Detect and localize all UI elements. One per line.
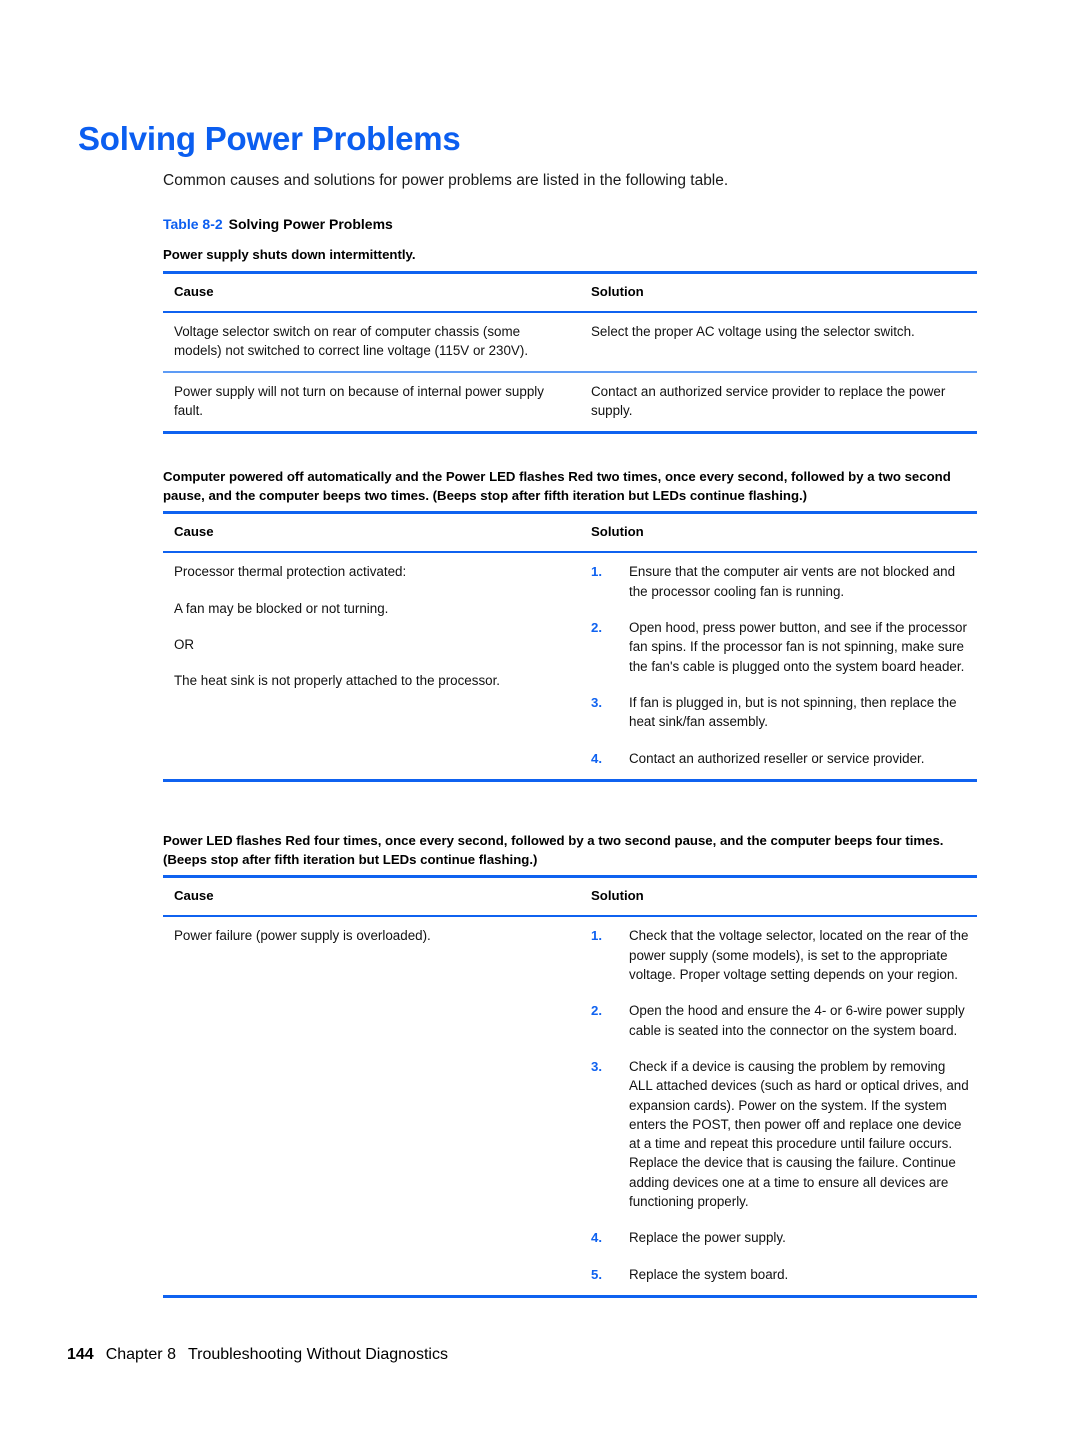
step-text: Ensure that the computer air vents are n…	[629, 564, 956, 599]
cell-cause: Voltage selector switch on rear of compu…	[163, 313, 580, 372]
table-caption-title: Solving Power Problems	[228, 216, 393, 232]
cell-cause: Processor thermal protection activated: …	[163, 553, 580, 778]
table-bottom-rule	[163, 431, 977, 435]
list-item: 3. Check if a device is causing the prob…	[591, 1057, 969, 1211]
column-header-cause: Cause	[174, 283, 214, 299]
table-section-1: Power supply shuts down intermittently. …	[163, 246, 977, 435]
step-number: 1.	[591, 928, 602, 944]
solution-paragraph: Contact an authorized service provider t…	[591, 383, 946, 419]
table-header-row: Cause Solution	[163, 878, 977, 915]
step-text: If fan is plugged in, but is not spinnin…	[629, 694, 957, 730]
column-header-solution: Solution	[591, 888, 644, 904]
cell-cause: Power failure (power supply is overloade…	[163, 917, 580, 1294]
cause-paragraph: The heat sink is not properly attached t…	[174, 673, 501, 689]
cause-paragraph: OR	[174, 637, 195, 653]
table-header-row: Cause Solution	[163, 274, 977, 311]
column-header-cause: Cause	[174, 524, 214, 540]
table-header-row: Cause Solution	[163, 514, 977, 551]
step-number: 4.	[591, 1230, 602, 1246]
section-condition: Computer powered off automatically and t…	[163, 469, 951, 503]
cause-paragraph: Power supply will not turn on because of…	[174, 383, 544, 419]
table-bottom-rule	[163, 1294, 977, 1298]
table-section-2: Computer powered off automatically and t…	[163, 468, 977, 782]
table-caption-label: Table 8-2	[163, 216, 223, 232]
cell-cause: Power supply will not turn on because of…	[163, 373, 580, 432]
step-text: Contact an authorized reseller or servic…	[629, 750, 925, 766]
column-header-solution: Solution	[591, 283, 644, 299]
step-number: 3.	[591, 1058, 602, 1074]
table-bottom-rule	[163, 778, 977, 782]
table-row: Processor thermal protection activated: …	[163, 553, 977, 778]
solution-step-list: 1. Check that the voltage selector, loca…	[591, 926, 969, 1283]
cell-solution: Contact an authorized service provider t…	[580, 373, 977, 432]
cell-solution: Select the proper AC voltage using the s…	[580, 313, 977, 372]
footer-chapter: Chapter 8	[105, 1346, 176, 1363]
step-number: 3.	[591, 694, 602, 710]
list-item: 3. If fan is plugged in, but is not spin…	[591, 693, 969, 732]
list-item: 2. Open hood, press power button, and se…	[591, 618, 969, 676]
table-row: Power failure (power supply is overloade…	[163, 917, 977, 1294]
step-number: 2.	[591, 620, 602, 636]
table-row: Voltage selector switch on rear of compu…	[163, 313, 977, 372]
table-caption: Table 8-2 Solving Power Problems	[163, 216, 393, 232]
table-section-3: Power LED flashes Red four times, once e…	[163, 832, 977, 1298]
intro-paragraph: Common causes and solutions for power pr…	[163, 171, 729, 189]
list-item: 2. Open the hood and ensure the 4- or 6-…	[591, 1001, 969, 1040]
section-condition: Power supply shuts down intermittently.	[163, 247, 416, 262]
step-text: Open the hood and ensure the 4- or 6-wir…	[629, 1003, 965, 1038]
solution-paragraph: Select the proper AC voltage using the s…	[591, 323, 915, 339]
column-header-solution: Solution	[591, 524, 644, 540]
step-number: 1.	[591, 564, 602, 580]
page-title: Solving Power Problems	[78, 120, 461, 158]
list-item: 5. Replace the system board.	[591, 1265, 969, 1284]
step-text: Open hood, press power button, and see i…	[629, 620, 967, 674]
solution-step-list: 1. Ensure that the computer air vents ar…	[591, 562, 969, 767]
list-item: 1. Check that the voltage selector, loca…	[591, 926, 969, 984]
column-header-cause: Cause	[174, 888, 214, 904]
page-footer: 144 Chapter 8 Troubleshooting Without Diag…	[67, 1346, 448, 1364]
step-number: 5.	[591, 1266, 602, 1282]
footer-chapter-title: Troubleshooting Without Diagnostics	[187, 1346, 448, 1363]
cause-paragraph: Power failure (power supply is overloade…	[174, 928, 431, 944]
list-item: 1. Ensure that the computer air vents ar…	[591, 562, 969, 601]
step-text: Replace the power supply.	[629, 1230, 786, 1246]
step-number: 2.	[591, 1003, 602, 1019]
cell-solution: 1. Ensure that the computer air vents ar…	[580, 553, 977, 778]
section-condition: Power LED flashes Red four times, once e…	[163, 833, 944, 867]
table-row: Power supply will not turn on because of…	[163, 373, 977, 432]
list-item: 4. Contact an authorized reseller or ser…	[591, 749, 969, 768]
step-text: Check that the voltage selector, located…	[629, 928, 969, 983]
step-text: Check if a device is causing the problem…	[629, 1058, 969, 1210]
step-number: 4.	[591, 750, 602, 766]
document-page: Solving Power Problems Common causes and…	[0, 0, 1080, 1437]
list-item: 4. Replace the power supply.	[591, 1228, 969, 1247]
step-text: Replace the system board.	[629, 1266, 789, 1282]
cell-solution: 1. Check that the voltage selector, loca…	[580, 917, 977, 1294]
footer-page-number: 144	[67, 1346, 94, 1363]
cause-paragraph: Processor thermal protection activated:	[174, 564, 407, 580]
cause-paragraph: A fan may be blocked or not turning.	[174, 600, 389, 616]
cause-paragraph: Voltage selector switch on rear of compu…	[174, 323, 529, 359]
